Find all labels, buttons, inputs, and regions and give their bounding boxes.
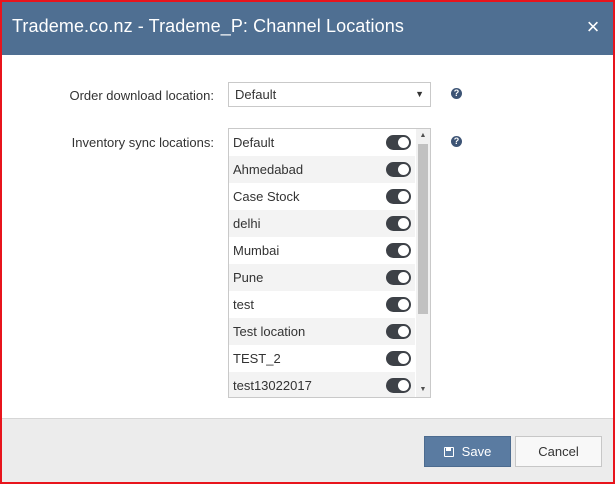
- location-name: test13022017: [233, 378, 312, 393]
- order-download-location-label: Order download location:: [69, 88, 214, 103]
- list-scrollbar[interactable]: ▲ ▼: [416, 129, 430, 397]
- toggle-knob: [398, 299, 409, 310]
- dialog-title: Trademe.co.nz - Trademe_P: Channel Locat…: [12, 16, 404, 36]
- location-name: test: [233, 297, 254, 312]
- location-row: Pune: [229, 264, 415, 291]
- order-download-location-select[interactable]: Default ▼: [228, 82, 431, 107]
- location-row: Default: [229, 129, 415, 156]
- toggle-knob: [398, 245, 409, 256]
- inventory-locations-help-icon[interactable]: ?: [451, 136, 462, 147]
- location-row: Ahmedabad: [229, 156, 415, 183]
- dropdown-arrow-icon: ▼: [415, 89, 424, 99]
- location-row: delhi: [229, 210, 415, 237]
- toggle-knob: [398, 137, 409, 148]
- location-row: Mumbai: [229, 237, 415, 264]
- scroll-down-arrow-icon[interactable]: ▼: [416, 383, 430, 397]
- toggle-knob: [398, 272, 409, 283]
- close-icon[interactable]: ×: [583, 15, 603, 39]
- location-sync-toggle[interactable]: [386, 162, 411, 177]
- location-sync-toggle[interactable]: [386, 297, 411, 312]
- location-name: Case Stock: [233, 189, 300, 204]
- toggle-knob: [398, 191, 409, 202]
- location-name: delhi: [233, 216, 261, 231]
- location-sync-toggle[interactable]: [386, 351, 411, 366]
- location-row: Case Stock: [229, 183, 415, 210]
- location-name: Ahmedabad: [233, 162, 304, 177]
- location-name: Default: [233, 135, 275, 150]
- cancel-button[interactable]: Cancel: [515, 436, 602, 467]
- location-sync-toggle[interactable]: [386, 135, 411, 150]
- toggle-knob: [398, 218, 409, 229]
- save-button[interactable]: Save: [424, 436, 511, 467]
- save-button-label: Save: [461, 444, 492, 459]
- location-name: Mumbai: [233, 243, 280, 258]
- location-sync-toggle[interactable]: [386, 216, 411, 231]
- location-name: Pune: [233, 270, 264, 285]
- location-row: test13022017: [229, 372, 415, 397]
- order-location-help-icon[interactable]: ?: [451, 88, 462, 99]
- location-sync-toggle[interactable]: [386, 270, 411, 285]
- toggle-knob: [398, 353, 409, 364]
- location-row: test: [229, 291, 415, 318]
- location-sync-toggle[interactable]: [386, 378, 411, 393]
- toggle-knob: [398, 380, 409, 391]
- floppy-disk-icon: [443, 447, 454, 457]
- scroll-up-arrow-icon[interactable]: ▲: [416, 129, 430, 143]
- location-sync-toggle[interactable]: [386, 324, 411, 339]
- dialog-header: Trademe.co.nz - Trademe_P: Channel Locat…: [2, 2, 613, 55]
- location-sync-toggle[interactable]: [386, 243, 411, 258]
- order-download-location-value: Default: [235, 87, 277, 102]
- toggle-knob: [398, 164, 409, 175]
- location-name: Test location: [233, 324, 306, 339]
- location-row: TEST_2: [229, 345, 415, 372]
- location-name: TEST_2: [233, 351, 281, 366]
- location-row: Test location: [229, 318, 415, 345]
- toggle-knob: [398, 326, 409, 337]
- scrollbar-thumb[interactable]: [418, 144, 428, 314]
- inventory-sync-locations-list: Default Ahmedabad Case Stock delhi Mumbai Pun…: [228, 128, 431, 398]
- inventory-sync-locations-label: Inventory sync locations:: [71, 135, 214, 150]
- location-sync-toggle[interactable]: [386, 189, 411, 204]
